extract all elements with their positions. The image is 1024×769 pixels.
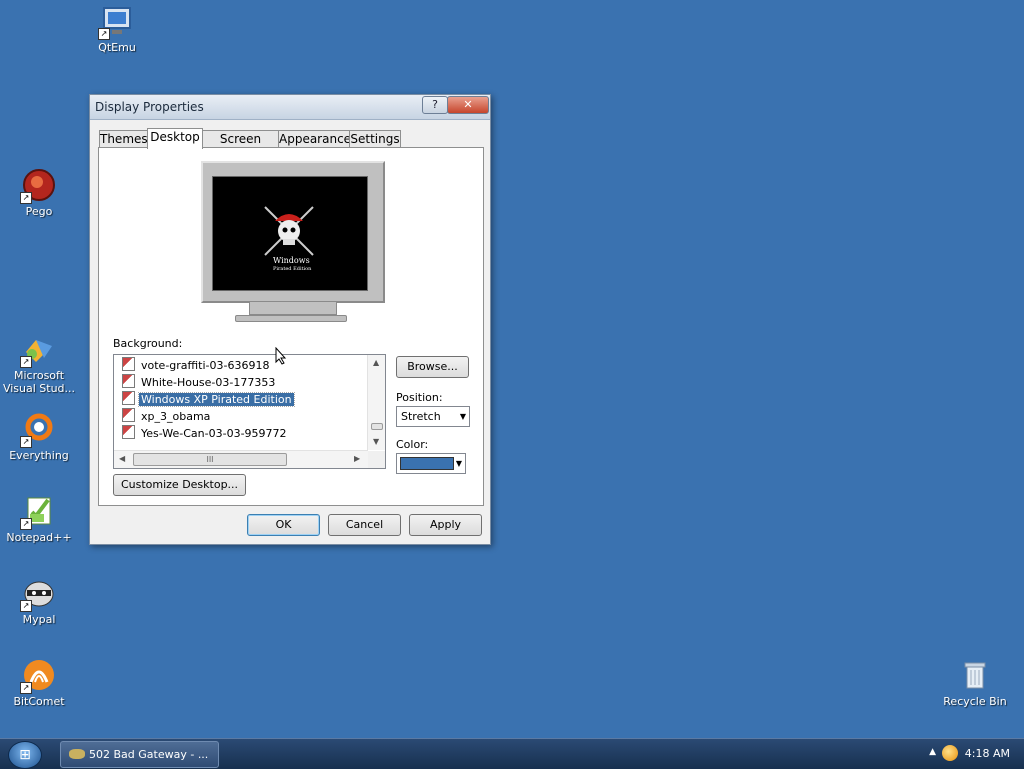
display-properties-dialog: Display Properties ? ✕ Themes Desktop Sc… <box>89 94 491 545</box>
desktop-icon-notepadpp[interactable]: ↗ Notepad++ <box>1 494 77 544</box>
image-file-icon <box>122 425 135 439</box>
dialog-titlebar[interactable]: Display Properties ? ✕ <box>90 95 490 120</box>
horizontal-scroll-thumb[interactable]: III <box>133 453 287 466</box>
pego-icon: ↗ <box>20 168 56 204</box>
desktop-icon-visual-studio[interactable]: ↗ Microsoft Visual Stud... <box>1 332 77 395</box>
desktop-icon-label: Pego <box>25 205 53 218</box>
scroll-up-icon[interactable]: ▲ <box>373 358 379 367</box>
windows-logo-icon: ⊞ <box>19 747 31 763</box>
tab-appearance[interactable]: Appearance <box>278 130 351 148</box>
tab-desktop[interactable]: Desktop <box>147 128 203 149</box>
dialog-title: Display Properties <box>95 100 204 114</box>
desktop-tab-panel: Windows Pirated Edition Background: vote… <box>98 147 484 506</box>
horizontal-scrollbar[interactable]: ◀ III ▶ <box>114 450 368 468</box>
desktop-icon-label: Microsoft Visual Stud... <box>2 369 76 395</box>
browse-button[interactable]: Browse... <box>396 356 469 378</box>
ok-button[interactable]: OK <box>247 514 320 536</box>
taskbar-item-label: 502 Bad Gateway - ... <box>89 748 209 761</box>
desktop-icon-everything[interactable]: ↗ Everything <box>1 412 77 462</box>
desktop-icon-recycle-bin[interactable]: Recycle Bin <box>937 658 1013 708</box>
scroll-right-icon[interactable]: ▶ <box>354 454 360 463</box>
image-file-icon <box>122 357 135 371</box>
tab-themes[interactable]: Themes <box>99 130 148 148</box>
position-label: Position: <box>396 391 443 404</box>
everything-search-icon: ↗ <box>20 412 56 448</box>
list-item[interactable]: vote-graffiti-03-636918 <box>122 357 271 373</box>
position-select[interactable]: Stretch ▼ <box>396 406 470 427</box>
list-item[interactable]: Yes-We-Can-03-03-959772 <box>122 425 289 441</box>
background-label: Background: <box>113 337 183 350</box>
preview-screen: Windows Pirated Edition <box>212 176 368 291</box>
taskbar: ⊞ 502 Bad Gateway - ... ▲ 4:18 AM <box>0 738 1024 769</box>
pirate-skull-wallpaper <box>264 206 314 256</box>
chevron-down-icon: ▼ <box>459 412 466 421</box>
list-item[interactable]: xp_3_obama <box>122 408 212 424</box>
customize-desktop-button[interactable]: Customize Desktop... <box>113 474 246 496</box>
monitor-preview: Windows Pirated Edition <box>201 161 385 303</box>
desktop-icon-label: Recycle Bin <box>943 695 1007 708</box>
taskbar-item-browser[interactable]: 502 Bad Gateway - ... <box>60 741 219 768</box>
scroll-corner <box>368 451 385 468</box>
preview-brand: Windows Pirated Edition <box>273 256 312 273</box>
image-file-icon <box>122 408 135 422</box>
desktop-icon-label: Notepad++ <box>6 531 72 544</box>
color-swatch <box>400 457 454 470</box>
desktop-icon-label: BitComet <box>13 695 65 708</box>
vertical-scrollbar[interactable]: ▲ ▼ <box>367 355 385 450</box>
monitor-base <box>235 315 347 322</box>
desktop-icon-pego[interactable]: ↗ Pego <box>1 168 77 218</box>
apply-button[interactable]: Apply <box>409 514 482 536</box>
position-value: Stretch <box>401 410 441 423</box>
scroll-down-icon[interactable]: ▼ <box>373 437 379 446</box>
desktop-icon-label: Mypal <box>22 613 56 626</box>
clock[interactable]: 4:18 AM <box>965 747 1010 760</box>
visual-studio-icon: ↗ <box>20 332 56 368</box>
vertical-scroll-thumb[interactable] <box>371 423 383 430</box>
recycle-bin-icon <box>958 658 992 692</box>
desktop-icon-bitcomet[interactable]: ↗ BitComet <box>1 658 77 708</box>
notepadpp-icon: ↗ <box>20 494 56 530</box>
image-file-icon <box>122 391 135 405</box>
qtemu-icon: ↗ <box>98 4 134 40</box>
close-button[interactable]: ✕ <box>447 96 489 114</box>
scroll-left-icon[interactable]: ◀ <box>119 454 125 463</box>
mypal-raccoon-icon: ↗ <box>20 576 56 612</box>
desktop-icon-mypal[interactable]: ↗ Mypal <box>1 576 77 626</box>
desktop-icon-label: QtEmu <box>98 41 136 54</box>
show-hidden-icons-icon[interactable]: ▲ <box>929 747 936 757</box>
start-button[interactable]: ⊞ <box>8 741 42 769</box>
help-button[interactable]: ? <box>422 96 448 114</box>
tab-settings[interactable]: Settings <box>349 130 401 148</box>
cancel-button[interactable]: Cancel <box>328 514 401 536</box>
color-label: Color: <box>396 438 429 451</box>
monitor-stand <box>249 301 337 315</box>
tab-screen-saver[interactable]: Screen Saver <box>202 130 279 162</box>
background-listbox[interactable]: vote-graffiti-03-636918 White-House-03-1… <box>113 354 386 469</box>
image-file-icon <box>122 374 135 388</box>
desktop-icon-label: Everything <box>9 449 69 462</box>
network-globe-icon[interactable] <box>942 745 958 761</box>
chevron-down-icon: ▼ <box>455 459 462 468</box>
color-picker[interactable]: ▼ <box>396 453 466 474</box>
mouse-cursor-icon <box>275 347 287 365</box>
desktop-icon-qtemu[interactable]: ↗ QtEmu <box>79 4 155 54</box>
bitcomet-icon: ↗ <box>20 658 56 694</box>
mypal-icon <box>69 749 85 759</box>
list-item[interactable]: White-House-03-177353 <box>122 374 277 390</box>
list-item-selected[interactable]: Windows XP Pirated Edition <box>122 391 295 407</box>
